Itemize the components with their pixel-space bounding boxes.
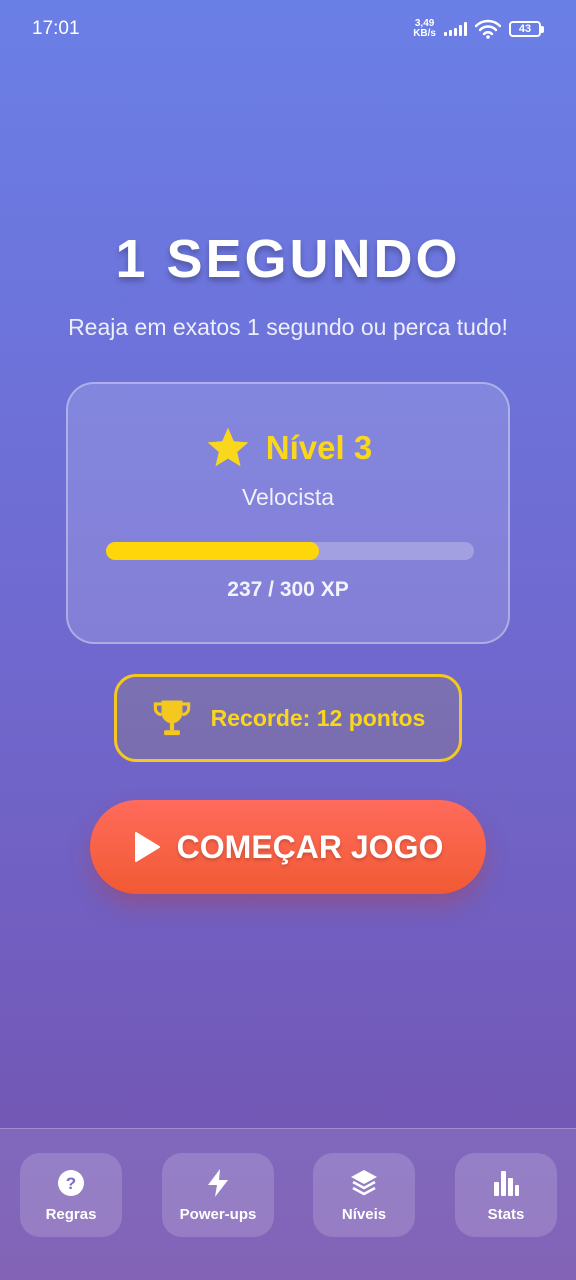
- xp-progress-bar: [106, 542, 474, 560]
- record-badge: Recorde: 12 pontos: [114, 674, 462, 762]
- level-header: Nível 3: [68, 424, 508, 472]
- nav-powerups-label: Power-ups: [179, 1205, 257, 1223]
- start-game-button[interactable]: COMEÇAR JOGO: [90, 800, 486, 894]
- level-card: Nível 3 Velocista 237 / 300 XP: [66, 382, 510, 644]
- xp-text: 237 / 300 XP: [227, 578, 349, 601]
- status-icons: 3,49 KB/s 43: [413, 19, 544, 39]
- bottom-nav: ? Regras Power-ups Níveis Stats: [0, 1128, 576, 1280]
- bar-chart-icon: [494, 1170, 519, 1196]
- nav-stats-label: Stats: [487, 1205, 525, 1223]
- nav-stats-button[interactable]: Stats: [455, 1153, 557, 1237]
- network-speed: 3,49 KB/s: [413, 19, 436, 39]
- svg-text:?: ?: [66, 1174, 76, 1193]
- wifi-icon: [475, 19, 501, 39]
- signal-icon: [444, 22, 467, 36]
- page-title: 1 SEGUNDO: [115, 229, 461, 289]
- xp-progress-fill: [106, 542, 320, 560]
- nav-rules-button[interactable]: ? Regras: [20, 1153, 122, 1237]
- rank-label: Velocista: [241, 484, 335, 510]
- record-label: Recorde: 12 pontos: [210, 704, 426, 731]
- nav-levels-label: Níveis: [341, 1205, 387, 1223]
- lightning-icon: [208, 1168, 228, 1197]
- play-icon: [134, 832, 160, 862]
- nav-levels-button[interactable]: Níveis: [313, 1153, 415, 1237]
- question-icon: ?: [58, 1169, 84, 1196]
- status-bar: 17:01 3,49 KB/s 43: [0, 0, 576, 58]
- network-speed-unit: KB/s: [413, 28, 436, 39]
- nav-powerups-button[interactable]: Power-ups: [162, 1153, 274, 1237]
- battery-icon: 43: [509, 21, 544, 37]
- status-time: 17:01: [32, 18, 80, 39]
- start-game-label: COMEÇAR JOGO: [176, 828, 444, 865]
- nav-rules-label: Regras: [45, 1205, 97, 1223]
- level-label: Nível 3: [265, 429, 373, 466]
- layers-icon: [351, 1169, 377, 1195]
- page-subtitle: Reaja em exatos 1 segundo ou perca tudo!: [68, 314, 508, 340]
- trophy-icon: [153, 700, 190, 736]
- battery-level: 43: [509, 21, 541, 37]
- star-icon: [207, 427, 249, 467]
